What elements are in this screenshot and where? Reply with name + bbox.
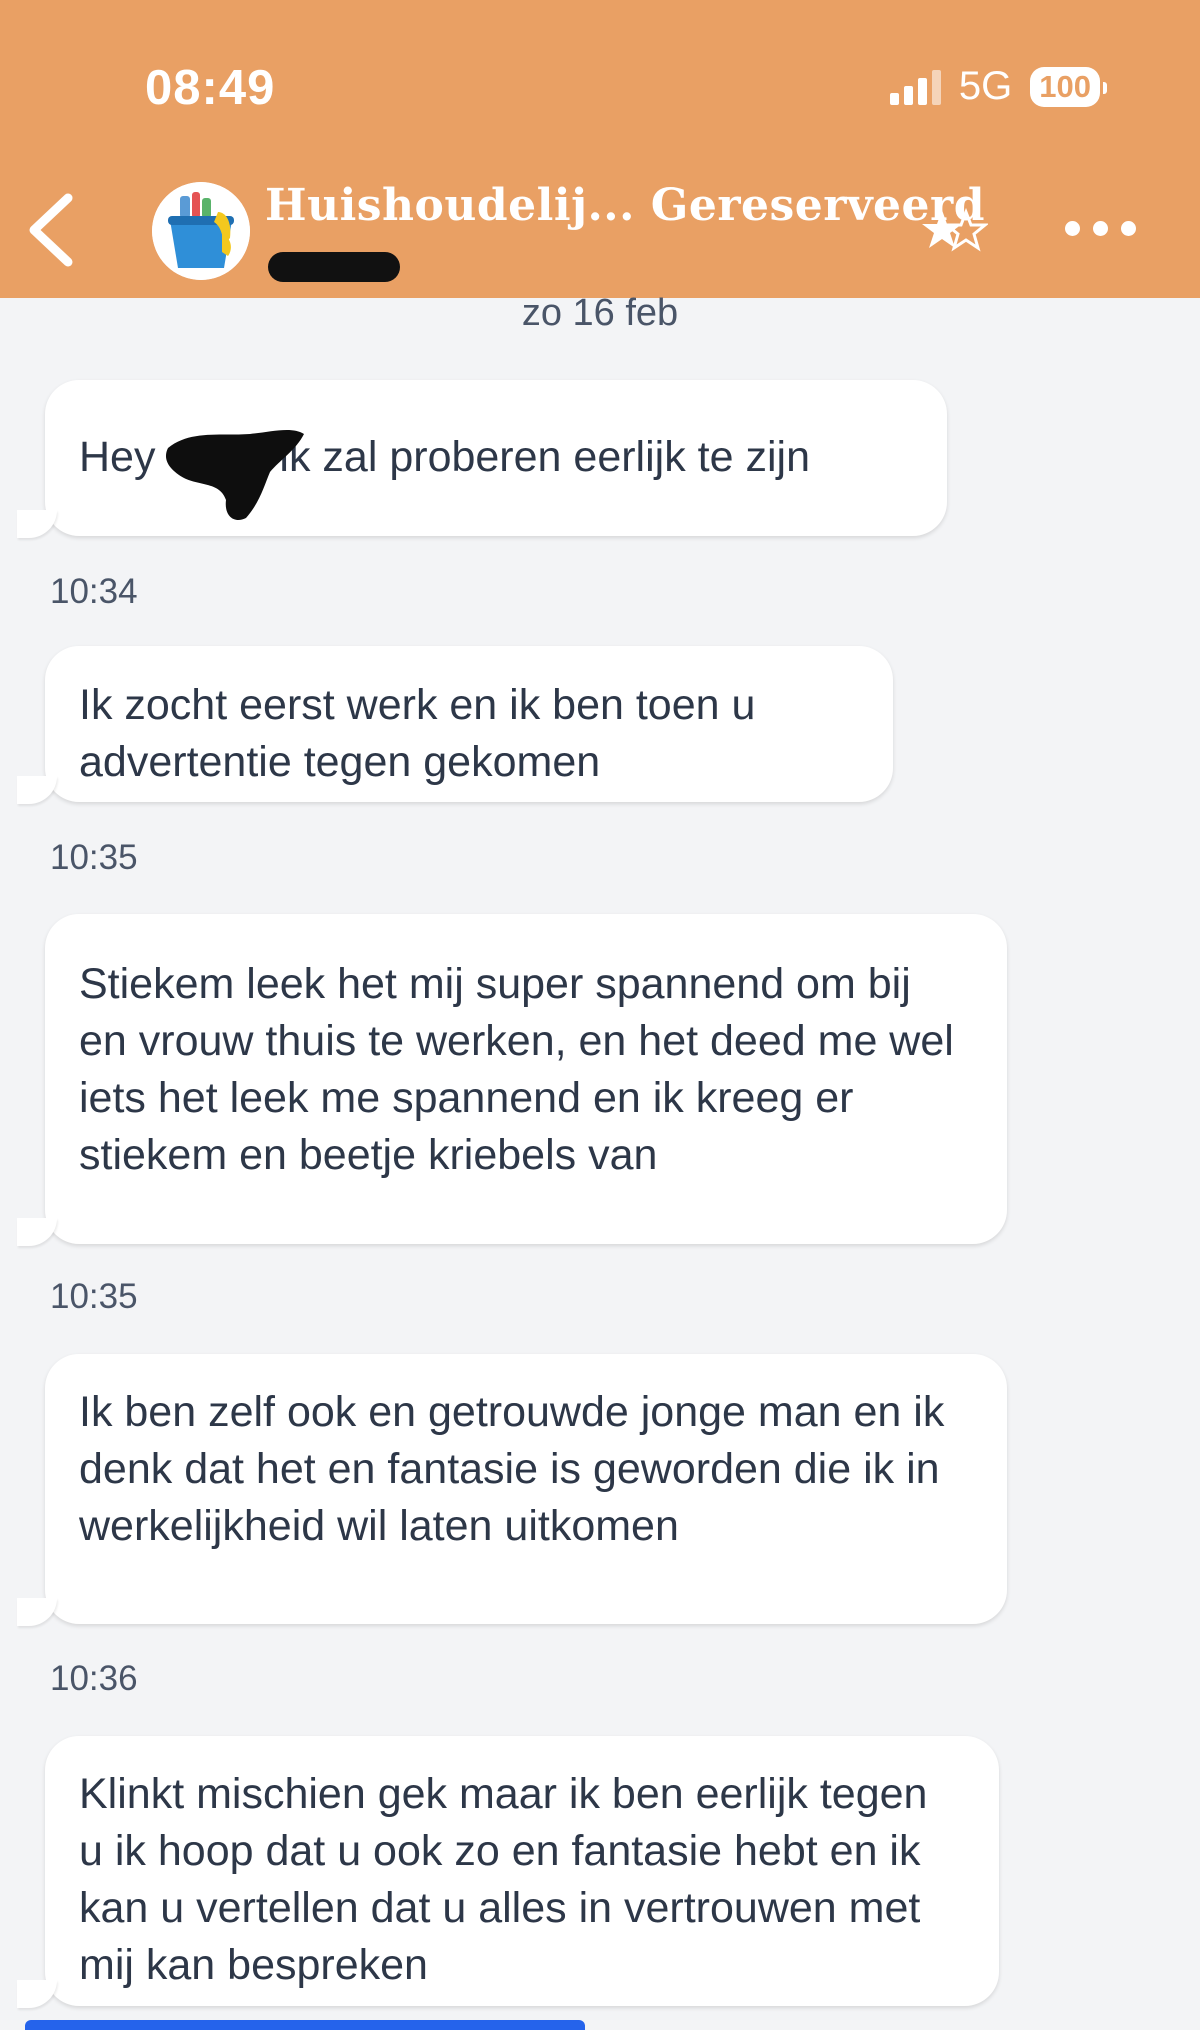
message-time: 10:34 bbox=[50, 572, 138, 611]
message-text-start: Hey bbox=[79, 433, 156, 481]
message-text: Ik zocht eerst werk en ik ben toen u adv… bbox=[79, 681, 756, 786]
message-bubble: Ik ben zelf ook en getrouwde jonge man e… bbox=[17, 1354, 1007, 1626]
date-separator: zo 16 feb bbox=[521, 292, 679, 334]
message-text-end: ik zal proberen eerlijk te zijn bbox=[267, 433, 810, 481]
message-time: 10:35 bbox=[50, 1277, 138, 1316]
message-text: Klinkt mischien gek maar ik ben eerlijk … bbox=[79, 1770, 928, 1989]
status-time: 08:49 bbox=[145, 61, 276, 115]
back-button[interactable] bbox=[24, 190, 84, 270]
message-text: Ik ben zelf ook en getrouwde jonge man e… bbox=[79, 1388, 945, 1550]
status-icons: 5G 100 bbox=[889, 64, 1107, 109]
message-bubble: Stiekem leek het mij super spannend om b… bbox=[17, 914, 1007, 1246]
cleaning-bucket-avatar[interactable] bbox=[152, 182, 250, 280]
chat-header: 08:49 5G 100 Huishoudelij... Gereserveer… bbox=[0, 0, 1200, 298]
message-bubble: Ik zocht eerst werk en ik ben toen u adv… bbox=[17, 646, 893, 804]
star-rating-button[interactable] bbox=[920, 206, 990, 258]
more-options-icon[interactable] bbox=[1065, 221, 1136, 236]
battery-icon: 100 bbox=[1030, 66, 1107, 107]
message-time: 10:35 bbox=[50, 838, 138, 877]
star-rating-icon bbox=[922, 207, 990, 252]
bottom-input-edge bbox=[25, 2020, 585, 2030]
redaction-scribble bbox=[165, 429, 304, 520]
back-chevron-icon bbox=[29, 193, 73, 267]
redacted-subtitle bbox=[268, 252, 400, 282]
chat-title[interactable]: Huishoudelij... Gereserveerd bbox=[265, 180, 985, 231]
message-time: 10:36 bbox=[50, 1659, 138, 1698]
message-text: Stiekem leek het mij super spannend om b… bbox=[79, 960, 954, 1179]
network-type: 5G bbox=[958, 64, 1013, 108]
message-bubble: Klinkt mischien gek maar ik ben eerlijk … bbox=[17, 1736, 999, 2008]
signal-icon bbox=[889, 69, 941, 105]
